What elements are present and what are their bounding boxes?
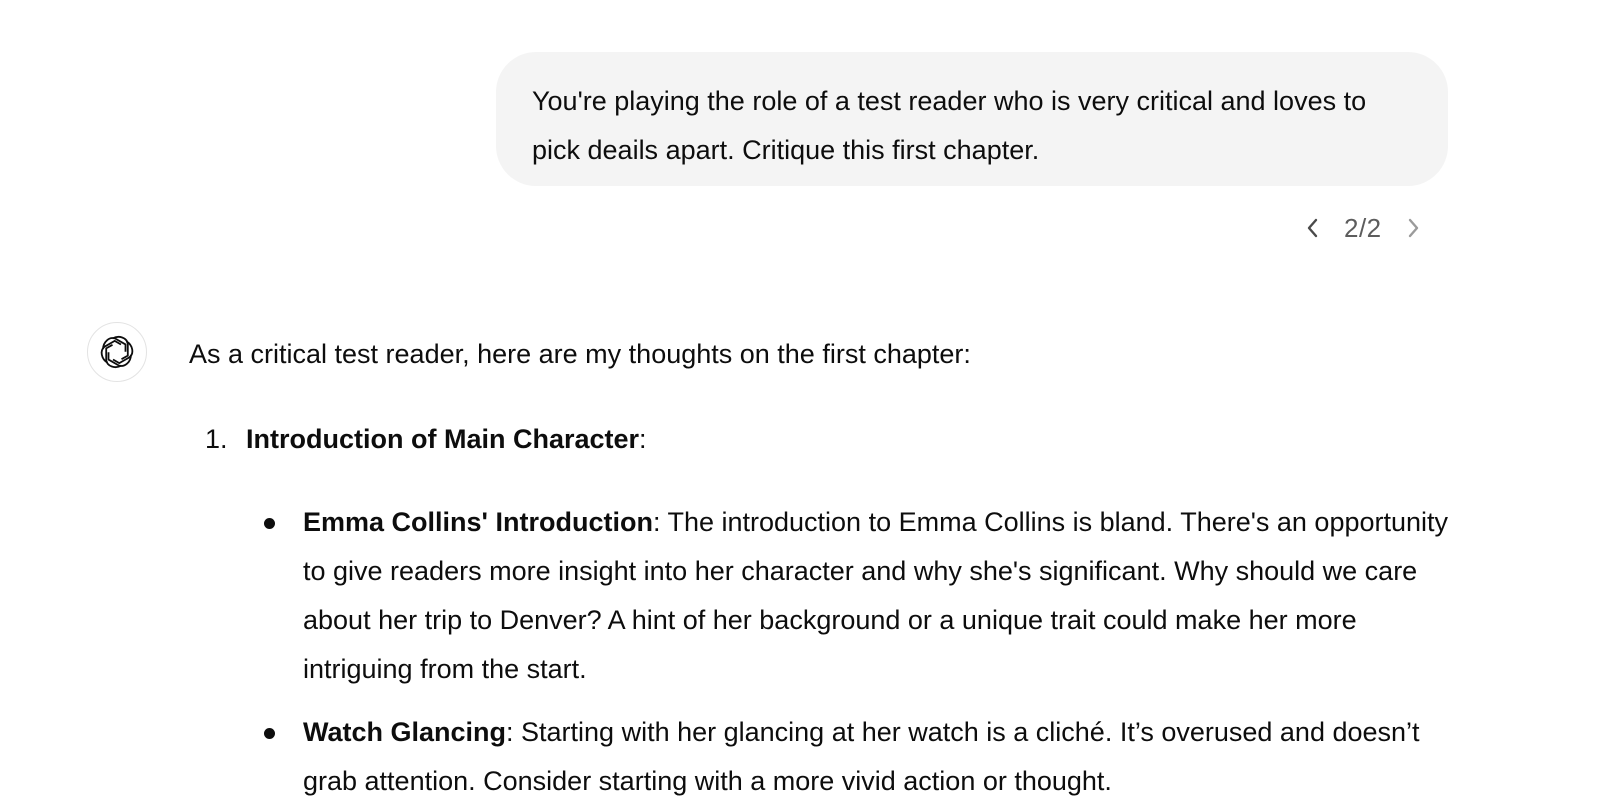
list-item: Watch Glancing: Starting with her glanci… <box>264 708 1449 805</box>
numbered-section: 1. Introduction of Main Character: <box>189 415 1449 464</box>
previous-version-button[interactable] <box>1296 211 1330 245</box>
user-message-bubble: You're playing the role of a test reader… <box>496 52 1448 186</box>
assistant-avatar <box>87 322 147 382</box>
version-count: 2/2 <box>1344 212 1382 243</box>
assistant-intro: As a critical test reader, here are my t… <box>189 339 971 369</box>
section-title-suffix: : <box>639 424 647 454</box>
chevron-left-icon <box>1307 218 1318 238</box>
assistant-message: As a critical test reader, here are my t… <box>189 330 1449 805</box>
user-message-text: You're playing the role of a test reader… <box>532 86 1367 165</box>
chat-page: You're playing the role of a test reader… <box>0 0 1600 805</box>
bullet-list: Emma Collins' Introduction: The introduc… <box>189 498 1449 805</box>
next-version-button[interactable] <box>1396 211 1430 245</box>
bullet-dot <box>264 728 275 739</box>
section-title: Introduction of Main Character <box>246 424 640 454</box>
chevron-right-icon <box>1408 218 1418 238</box>
openai-logo-icon <box>100 336 134 368</box>
section-number: 1. <box>205 424 228 454</box>
bullet-dot <box>264 518 275 529</box>
bullet-title: Watch Glancing <box>303 717 507 747</box>
bullet-title: Emma Collins' Introduction <box>303 507 653 537</box>
message-version-pager: 2/2 <box>1296 208 1436 248</box>
list-item: Emma Collins' Introduction: The introduc… <box>264 498 1449 694</box>
